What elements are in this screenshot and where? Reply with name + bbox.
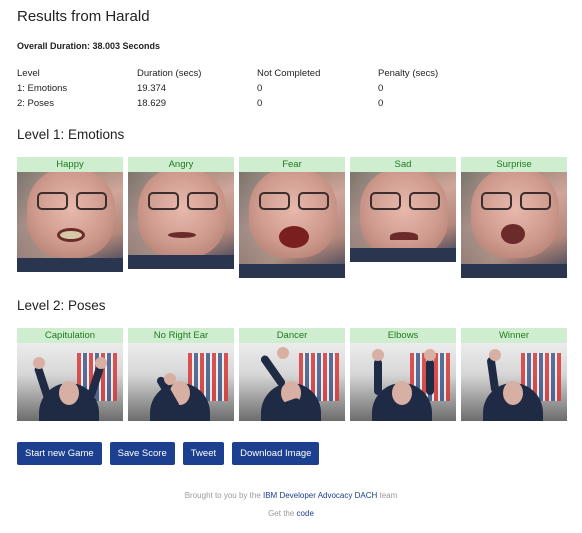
tweet-button[interactable]: Tweet xyxy=(182,442,225,465)
emotion-label: Fear xyxy=(239,157,345,172)
stats-table: Level Duration (secs) Not Completed Pena… xyxy=(17,66,478,111)
emotion-card: Angry xyxy=(128,157,234,278)
pose-photo xyxy=(239,343,345,421)
stats-header-row: Level Duration (secs) Not Completed Pena… xyxy=(17,66,478,81)
emotion-card: Sad xyxy=(350,157,456,278)
footer-credit: Brought to you by the IBM Developer Advo… xyxy=(0,491,582,500)
level-2-title: Level 2: Poses xyxy=(17,298,106,313)
row-not-completed: 0 xyxy=(257,83,263,94)
overall-duration: Overall Duration: 38.003 Seconds xyxy=(17,41,161,51)
level-1-title: Level 1: Emotions xyxy=(17,127,125,142)
emotion-label: Angry xyxy=(128,157,234,172)
pose-photo xyxy=(128,343,234,421)
row-duration: 19.374 xyxy=(137,83,167,94)
pose-card: Winner xyxy=(461,328,567,421)
emotion-card: Happy xyxy=(17,157,123,278)
footer-code-prefix: Get the xyxy=(268,509,297,518)
header-not-completed: Not Completed xyxy=(257,68,321,79)
header-level: Level xyxy=(17,68,40,79)
pose-card: Dancer xyxy=(239,328,345,421)
footer-credit-suffix: team xyxy=(377,491,398,500)
pose-photo xyxy=(350,343,456,421)
row-level: 1: Emotions xyxy=(17,83,68,94)
ibm-developer-link[interactable]: IBM Developer Advocacy DACH xyxy=(263,491,377,500)
emotion-photo xyxy=(17,172,123,272)
emotion-label: Surprise xyxy=(461,157,567,172)
download-image-button[interactable]: Download Image xyxy=(232,442,320,465)
results-title: Results from Harald xyxy=(17,8,150,25)
pose-label: Winner xyxy=(461,328,567,343)
pose-card: Elbows xyxy=(350,328,456,421)
emotion-label: Sad xyxy=(350,157,456,172)
pose-label: Dancer xyxy=(239,328,345,343)
row-penalty: 0 xyxy=(378,98,384,109)
emotion-card: Fear xyxy=(239,157,345,278)
header-duration: Duration (secs) xyxy=(137,68,202,79)
pose-photo xyxy=(17,343,123,421)
row-penalty: 0 xyxy=(378,83,384,94)
emotion-photo xyxy=(350,172,456,262)
row-not-completed: 0 xyxy=(257,98,263,109)
emotion-photo xyxy=(239,172,345,278)
action-buttons: Start new Game Save Score Tweet Download… xyxy=(17,442,320,465)
pose-photo xyxy=(461,343,567,421)
stats-row: 1: Emotions 19.374 0 0 xyxy=(17,81,478,96)
footer-code: Get the code xyxy=(0,509,582,518)
emotion-photo xyxy=(128,172,234,269)
pose-label: Capitulation xyxy=(17,328,123,343)
pose-card: Capitulation xyxy=(17,328,123,421)
row-level: 2: Poses xyxy=(17,98,54,109)
row-duration: 18.629 xyxy=(137,98,167,109)
pose-cards: Capitulation No Right Ear Dancer Elbows xyxy=(17,328,567,421)
emotion-label: Happy xyxy=(17,157,123,172)
emotion-photo xyxy=(461,172,567,278)
pose-label: Elbows xyxy=(350,328,456,343)
stats-row: 2: Poses 18.629 0 0 xyxy=(17,96,478,111)
code-link[interactable]: code xyxy=(297,509,314,518)
start-new-game-button[interactable]: Start new Game xyxy=(17,442,102,465)
footer-credit-prefix: Brought to you by the xyxy=(184,491,263,500)
save-score-button[interactable]: Save Score xyxy=(109,442,175,465)
pose-card: No Right Ear xyxy=(128,328,234,421)
header-penalty: Penalty (secs) xyxy=(378,68,439,79)
emotion-card: Surprise xyxy=(461,157,567,278)
pose-label: No Right Ear xyxy=(128,328,234,343)
emotion-cards: Happy Angry Fear Sad Surprise xyxy=(17,157,567,278)
